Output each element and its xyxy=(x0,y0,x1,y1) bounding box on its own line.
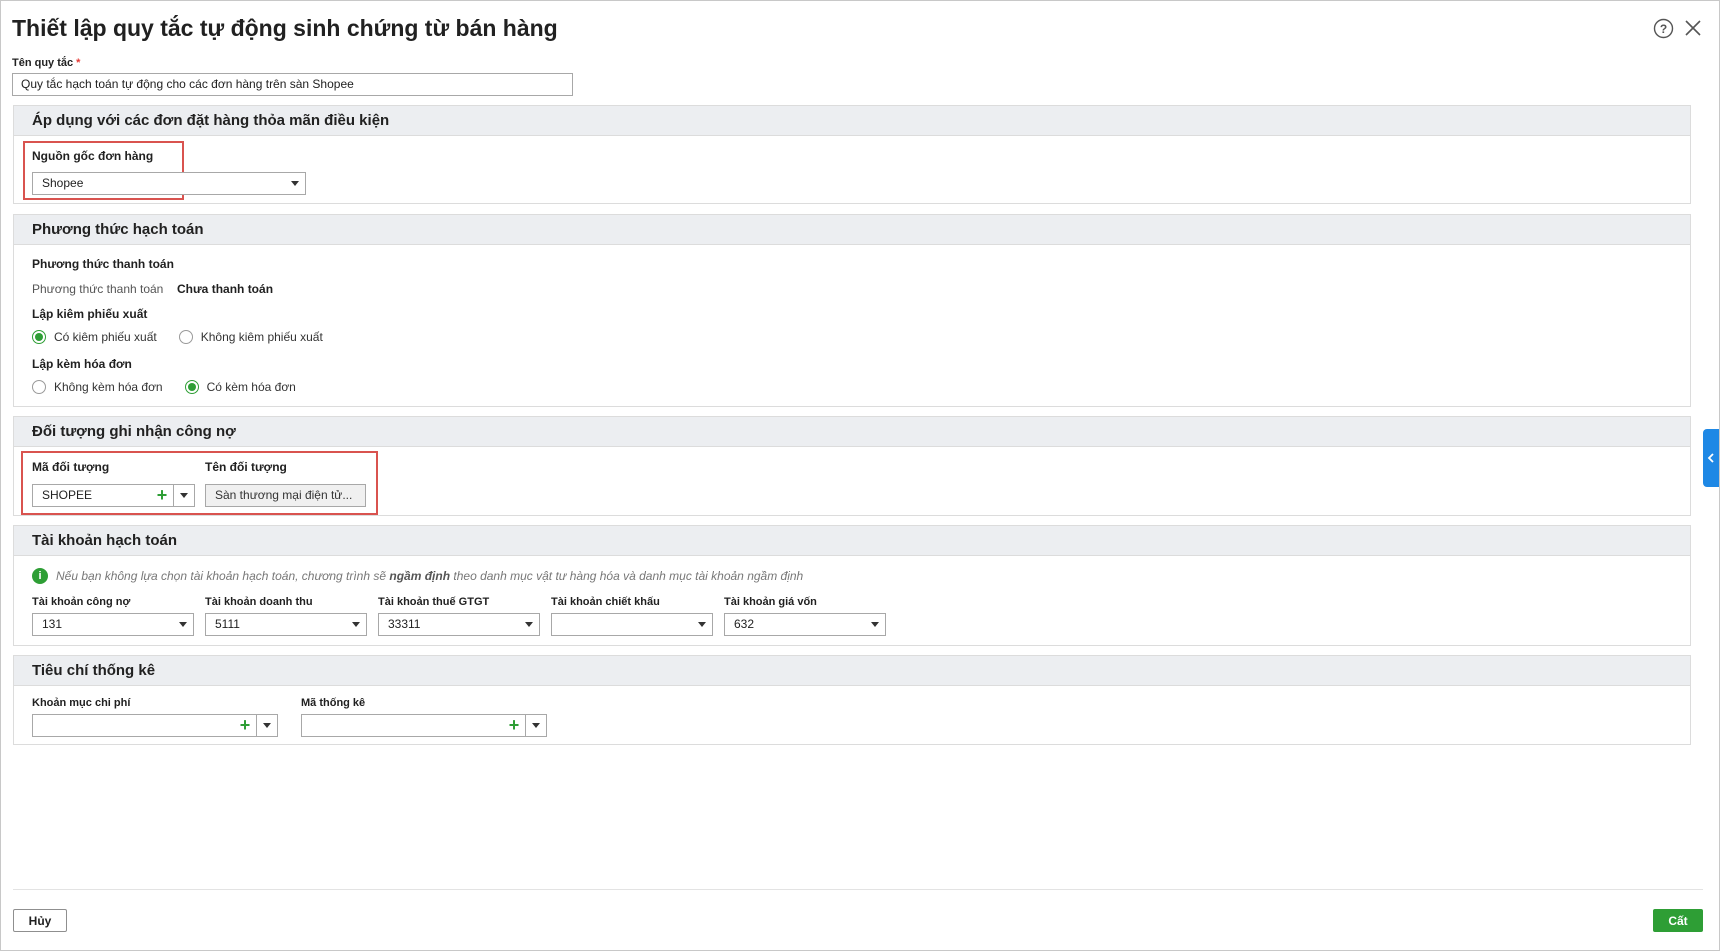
statistics-section-title: Tiêu chí thống kê xyxy=(14,656,1690,686)
cogs-account-label: Tài khoản giá vốn xyxy=(724,596,817,608)
rule-name-label-text: Tên quy tắc xyxy=(12,57,74,69)
add-icon[interactable]: + xyxy=(505,715,523,736)
accounts-info-note: i Nếu bạn không lựa chọn tài khoản hạch … xyxy=(32,568,803,584)
chevron-down-icon[interactable] xyxy=(865,614,885,635)
revenue-account-value: 5111 xyxy=(215,617,240,631)
save-button[interactable]: Cất xyxy=(1653,909,1703,932)
export-slip-heading: Lập kiêm phiếu xuất xyxy=(32,307,148,321)
add-icon[interactable]: + xyxy=(153,485,171,506)
radio-with-export-slip[interactable]: Có kiêm phiếu xuất xyxy=(32,330,157,344)
radio-label: Có kèm hóa đơn xyxy=(206,380,296,394)
object-name-field[interactable]: Sàn thương mại điện tử... xyxy=(205,484,366,507)
chevron-down-icon[interactable] xyxy=(173,485,194,506)
info-text-suffix: theo danh mục vật tư hàng hóa và danh mụ… xyxy=(453,569,804,583)
chevron-down-icon[interactable] xyxy=(692,614,712,635)
discount-account-label: Tài khoản chiết khấu xyxy=(551,596,660,608)
rule-setup-dialog: Thiết lập quy tắc tự động sinh chứng từ … xyxy=(0,0,1720,951)
statistics-section: Tiêu chí thống kê Khoản mục chi phí + Mã… xyxy=(13,655,1691,745)
accounts-section-title: Tài khoản hạch toán xyxy=(14,526,1690,556)
debt-object-section: Đối tượng ghi nhận công nợ Mã đối tượng … xyxy=(13,416,1691,516)
side-panel-toggle[interactable] xyxy=(1703,429,1719,487)
radio-label: Không kèm hóa đơn xyxy=(54,380,163,394)
expense-item-select[interactable]: + xyxy=(32,714,278,737)
invoice-radio-group: Không kèm hóa đơn Có kèm hóa đơn xyxy=(32,380,318,394)
invoice-heading: Lập kèm hóa đơn xyxy=(32,357,132,371)
receivable-account-value: 131 xyxy=(42,617,63,631)
payment-heading: Phương thức thanh toán xyxy=(32,257,174,271)
conditions-section-title: Áp dụng với các đơn đặt hàng thỏa mãn đi… xyxy=(14,106,1690,136)
radio-label: Không kiêm phiếu xuất xyxy=(200,330,323,344)
rule-name-value: Quy tắc hạch toán tự động cho các đơn hà… xyxy=(21,77,354,91)
radio-unselected-icon xyxy=(178,330,193,344)
radio-with-invoice[interactable]: Có kèm hóa đơn xyxy=(184,380,296,394)
discount-account-select[interactable] xyxy=(551,613,713,636)
radio-selected-icon xyxy=(32,330,46,344)
chevron-left-icon xyxy=(1707,453,1714,463)
accounting-method-section-title: Phương thức hạch toán xyxy=(14,215,1690,245)
debt-object-section-title: Đối tượng ghi nhận công nợ xyxy=(14,417,1690,447)
chevron-down-icon[interactable] xyxy=(173,614,193,635)
vat-account-label: Tài khoản thuế GTGT xyxy=(378,596,490,608)
radio-label: Có kiêm phiếu xuất xyxy=(54,330,157,344)
radio-without-invoice[interactable]: Không kèm hóa đơn xyxy=(32,380,163,394)
footer-divider xyxy=(13,889,1703,890)
chevron-down-icon[interactable] xyxy=(519,614,539,635)
vat-account-select[interactable]: 33311 xyxy=(378,613,540,636)
info-icon: i xyxy=(32,568,48,584)
radio-selected-icon xyxy=(184,380,199,394)
info-text-bold: ngầm định xyxy=(389,569,451,583)
close-icon[interactable] xyxy=(1681,16,1705,40)
chevron-down-icon[interactable] xyxy=(285,173,305,194)
radio-without-export-slip[interactable]: Không kiêm phiếu xuất xyxy=(178,330,323,344)
accounting-method-section: Phương thức hạch toán Phương thức thanh … xyxy=(13,214,1691,407)
cogs-account-select[interactable]: 632 xyxy=(724,613,886,636)
payment-method-value: Chưa thanh toán xyxy=(177,282,274,296)
stat-code-select[interactable]: + xyxy=(301,714,547,737)
add-icon[interactable]: + xyxy=(236,715,254,736)
order-source-value: Shopee xyxy=(42,176,84,190)
radio-unselected-icon xyxy=(32,380,46,394)
object-code-select[interactable]: SHOPEE + xyxy=(32,484,195,507)
chevron-down-icon[interactable] xyxy=(525,715,546,736)
conditions-section: Áp dụng với các đơn đặt hàng thỏa mãn đi… xyxy=(13,105,1691,204)
payment-method-label: Phương thức thanh toán xyxy=(32,282,164,296)
object-name-label: Tên đối tượng xyxy=(205,460,287,474)
chevron-down-icon[interactable] xyxy=(346,614,366,635)
order-source-select[interactable]: Shopee xyxy=(32,172,306,195)
required-mark: * xyxy=(76,57,81,69)
chevron-down-icon[interactable] xyxy=(256,715,277,736)
rule-name-label: Tên quy tắc * xyxy=(12,57,80,69)
receivable-account-select[interactable]: 131 xyxy=(32,613,194,636)
vat-account-value: 33311 xyxy=(388,617,421,631)
rule-name-input[interactable]: Quy tắc hạch toán tự động cho các đơn hà… xyxy=(12,73,573,96)
revenue-account-label: Tài khoản doanh thu xyxy=(205,596,313,608)
svg-text:?: ? xyxy=(1659,22,1666,36)
stat-code-label: Mã thống kê xyxy=(301,697,366,709)
cogs-account-value: 632 xyxy=(734,617,755,631)
object-code-value: SHOPEE xyxy=(42,488,93,502)
export-slip-radio-group: Có kiêm phiếu xuất Không kiêm phiếu xuất xyxy=(32,330,345,344)
order-source-label: Nguồn gốc đơn hàng xyxy=(32,149,154,163)
accounts-section: Tài khoản hạch toán i Nếu bạn không lựa … xyxy=(13,525,1691,646)
info-text-prefix: Nếu bạn không lựa chọn tài khoản hạch to… xyxy=(56,569,387,583)
cancel-button[interactable]: Hủy xyxy=(13,909,67,932)
help-icon[interactable]: ? xyxy=(1651,16,1675,40)
object-code-label: Mã đối tượng xyxy=(32,460,110,474)
header-actions: ? xyxy=(1651,16,1705,40)
dialog-title: Thiết lập quy tắc tự động sinh chứng từ … xyxy=(12,15,558,41)
expense-item-label: Khoản mục chi phí xyxy=(32,697,131,709)
revenue-account-select[interactable]: 5111 xyxy=(205,613,367,636)
receivable-account-label: Tài khoản công nợ xyxy=(32,596,131,608)
